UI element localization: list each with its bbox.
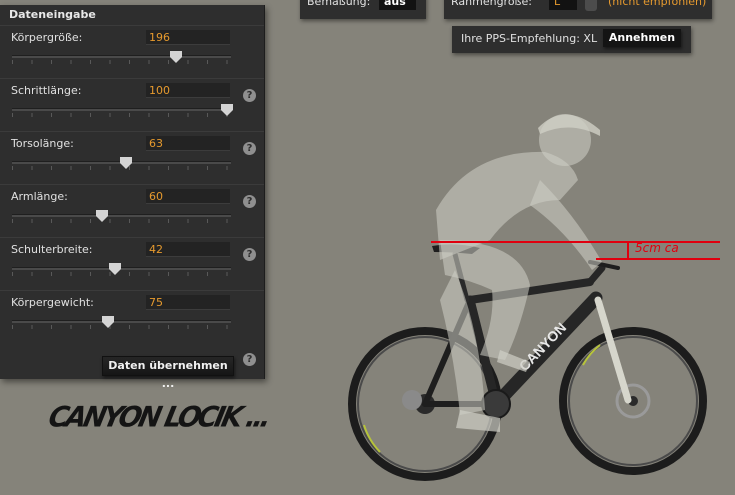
input-label: Torsolänge: <box>11 137 74 150</box>
input-value-field[interactable]: 63 <box>146 136 230 151</box>
slider-track[interactable] <box>12 55 231 58</box>
slider-thumb[interactable] <box>108 263 121 275</box>
help-icon[interactable]: ? <box>243 353 256 366</box>
apply-data-button[interactable]: Daten übernehmen ... <box>102 356 234 390</box>
input-label: Körpergewicht: <box>11 296 94 309</box>
input-value-field[interactable]: 75 <box>146 295 230 310</box>
slider-ticks <box>12 272 231 276</box>
slider-track[interactable] <box>12 214 231 217</box>
accept-button[interactable]: Annehmen <box>603 29 681 47</box>
frame-size-note: (nicht empfohlen) <box>608 0 707 8</box>
panel-title: Dateneingabe <box>9 8 96 21</box>
input-value-field[interactable]: 100 <box>146 83 230 98</box>
slider-ticks <box>12 219 231 223</box>
measurement-select[interactable]: aus <box>379 0 416 10</box>
input-row: Torsolänge: 63? <box>0 131 264 185</box>
slider-ticks <box>12 325 231 329</box>
help-icon[interactable]: ? <box>243 89 256 102</box>
input-row: Schulterbreite: 42? <box>0 237 264 291</box>
input-row: Körpergröße: 196 <box>0 25 264 79</box>
data-input-panel: Dateneingabe Körpergröße: 196 Schrittlänge… <box>0 5 265 390</box>
help-icon[interactable]: ? <box>243 142 256 155</box>
help-icon[interactable]: ? <box>243 195 256 208</box>
slider-track[interactable] <box>12 320 231 323</box>
slider-ticks <box>12 60 231 64</box>
slider-ticks <box>12 113 231 117</box>
slider-thumb[interactable] <box>102 316 115 328</box>
slider-track[interactable] <box>12 108 231 111</box>
frame-size-field[interactable]: L <box>549 0 577 10</box>
pps-recommendation-label: Ihre PPS-Empfehlung: XL <box>461 32 598 45</box>
input-label: Armlänge: <box>11 190 68 203</box>
input-row: Armlänge: 60? <box>0 184 264 238</box>
slider-thumb[interactable] <box>170 51 183 63</box>
slider-track[interactable] <box>12 267 231 270</box>
help-icon[interactable]: ? <box>243 248 256 261</box>
input-label: Schulterbreite: <box>11 243 93 256</box>
front-wheel <box>559 327 707 475</box>
input-value-field[interactable]: 196 <box>146 30 230 45</box>
input-row: Körpergewicht: 75 <box>0 290 264 344</box>
frame-size-label: Rahmengröße: <box>451 0 532 8</box>
frame-size-control: Rahmengröße: L (nicht empfohlen) <box>444 0 712 19</box>
slider-thumb[interactable] <box>95 210 108 222</box>
input-value-field[interactable]: 42 <box>146 242 230 257</box>
input-label: Schrittlänge: <box>11 84 82 97</box>
measurement-annotation: 5cm ca <box>635 241 679 255</box>
caption-text: CANYON LOCIK ... <box>45 401 272 434</box>
measurement-control: Bemaßung: aus <box>300 0 426 19</box>
measurement-label: Bemaßung: <box>307 0 371 8</box>
input-label: Körpergröße: <box>11 31 83 44</box>
slider-thumb[interactable] <box>119 157 132 169</box>
slider-thumb[interactable] <box>220 104 233 116</box>
pps-recommendation-box: Ihre PPS-Empfehlung: XL Annehmen <box>452 26 691 53</box>
input-row: Schrittlänge: 100? <box>0 78 264 132</box>
input-value-field[interactable]: 60 <box>146 189 230 204</box>
frame-size-spinner[interactable] <box>585 0 597 11</box>
